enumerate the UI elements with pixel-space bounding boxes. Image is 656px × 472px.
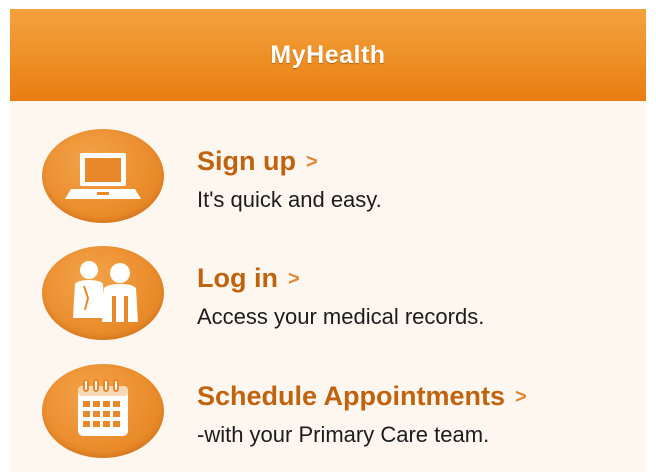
- chevron-right-icon: >: [287, 268, 300, 290]
- sign-up-description: It's quick and easy.: [197, 187, 382, 212]
- log-in-title[interactable]: Log in >: [197, 263, 300, 294]
- header-title: MyHealth: [270, 40, 386, 69]
- schedule-appointments-title[interactable]: Schedule Appointments >: [197, 381, 527, 412]
- log-in-label[interactable]: Log in: [197, 263, 278, 293]
- schedule-appointments-description: -with your Primary Care team.: [197, 422, 490, 447]
- calendar-icon: [42, 364, 164, 458]
- log-in-description: Access your medical records.: [197, 304, 485, 329]
- chevron-right-icon: >: [305, 151, 318, 173]
- schedule-appointments-label[interactable]: Schedule Appointments: [197, 381, 505, 411]
- sign-up-title[interactable]: Sign up >: [197, 146, 318, 177]
- sign-up-item[interactable]: Sign up > It's quick and easy.: [10, 129, 646, 233]
- laptop-icon: [42, 129, 164, 223]
- people-icon: [42, 246, 164, 340]
- log-in-item[interactable]: Log in > Access your medical records.: [10, 246, 646, 350]
- schedule-appointments-item[interactable]: Schedule Appointments > -with your Primar…: [10, 364, 646, 468]
- header-bar: MyHealth: [10, 9, 646, 101]
- myhealth-panel: MyHealth Sign up > It's quick and easy.: [10, 9, 646, 472]
- sign-up-label[interactable]: Sign up: [197, 146, 296, 176]
- chevron-right-icon: >: [515, 386, 527, 408]
